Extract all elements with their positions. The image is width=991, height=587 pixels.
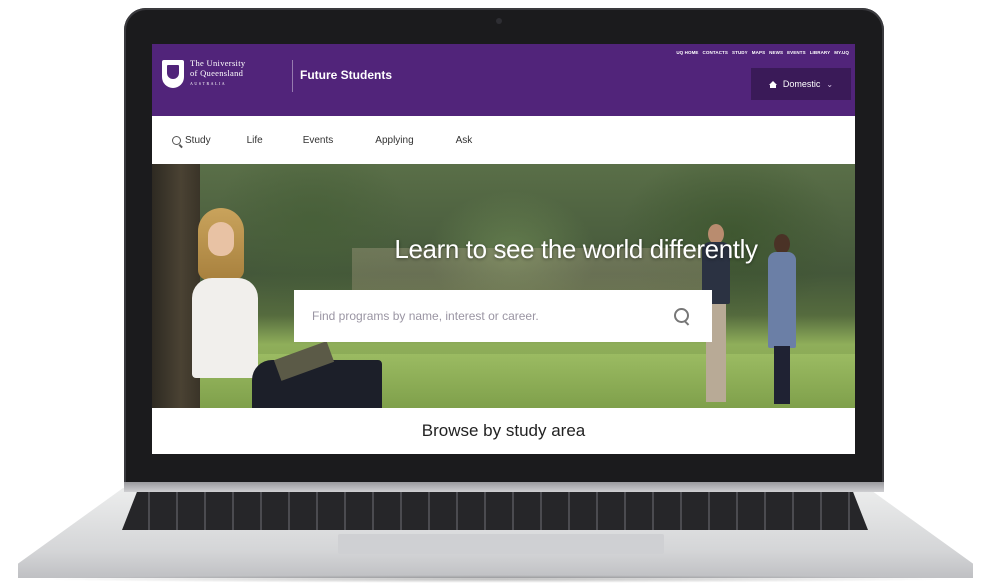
search-icon[interactable] [674, 308, 690, 326]
logo-line-3: AUSTRALIA [190, 81, 227, 86]
site-title[interactable]: Future Students [300, 68, 392, 82]
crest-icon [162, 59, 184, 88]
keyboard [122, 492, 868, 530]
trackpad [338, 534, 664, 554]
logo-line-1: The University [190, 58, 246, 68]
home-icon [768, 80, 777, 88]
laptop-shadow [30, 575, 960, 583]
uq-logo[interactable]: The University of Queensland AUSTRALIA [162, 58, 245, 89]
program-search-input[interactable] [294, 289, 674, 343]
nav-item-label: Ask [455, 134, 473, 146]
utility-link-contacts[interactable]: CONTACTS [703, 50, 728, 55]
main-nav: Study Life Events Applying Ask [152, 116, 855, 164]
search-icon [172, 135, 181, 145]
legs [774, 346, 790, 404]
utility-link-maps[interactable]: MAPS [752, 50, 765, 55]
hero-headline: Learn to see the world differently [394, 234, 758, 264]
header-divider [292, 60, 293, 92]
nav-item-study[interactable]: Study [172, 135, 211, 146]
laptop-hinge [124, 482, 884, 492]
nav-item-ask[interactable]: Ask [456, 135, 473, 146]
nav-item-label: Study [185, 134, 211, 146]
laptop-mockup: The University of Queensland AUSTRALIA F… [0, 0, 991, 587]
webcam [496, 18, 502, 24]
utility-link-uq-home[interactable]: UQ HOME [676, 50, 698, 55]
nav-item-label: Life [246, 134, 263, 146]
nav-item-applying[interactable]: Applying [375, 135, 413, 146]
utility-link-my-uq[interactable]: MY.UQ [834, 50, 849, 55]
student-top [192, 278, 258, 378]
logo-wordmark: The University of Queensland AUSTRALIA [190, 58, 245, 89]
utility-link-library[interactable]: LIBRARY [810, 50, 831, 55]
logo-line-2: of Queensland [190, 68, 244, 78]
hero-banner: Learn to see the world differently [152, 164, 855, 408]
utility-link-events[interactable]: EVENTS [787, 50, 806, 55]
search-icon-handle [683, 320, 690, 326]
browser-screen: The University of Queensland AUSTRALIA F… [152, 44, 855, 454]
chevron-down-icon: ⌄ [826, 79, 834, 89]
body [768, 252, 796, 348]
nav-item-label: Events [302, 134, 334, 146]
audience-selector-label: Domestic [782, 79, 821, 89]
nav-item-label: Applying [375, 134, 414, 146]
nav-item-life[interactable]: Life [247, 135, 263, 146]
search-icon-ring [674, 308, 689, 323]
utility-nav: UQ HOME CONTACTS STUDY MAPS NEWS EVENTS … [676, 50, 849, 55]
site-header: The University of Queensland AUSTRALIA F… [152, 44, 855, 116]
utility-link-news[interactable]: NEWS [769, 50, 783, 55]
audience-selector[interactable]: Domestic ⌄ [751, 68, 851, 100]
section-title: Browse by study area [152, 408, 855, 454]
program-search [294, 289, 712, 343]
nav-item-events[interactable]: Events [303, 135, 334, 146]
utility-link-study[interactable]: STUDY [732, 50, 748, 55]
